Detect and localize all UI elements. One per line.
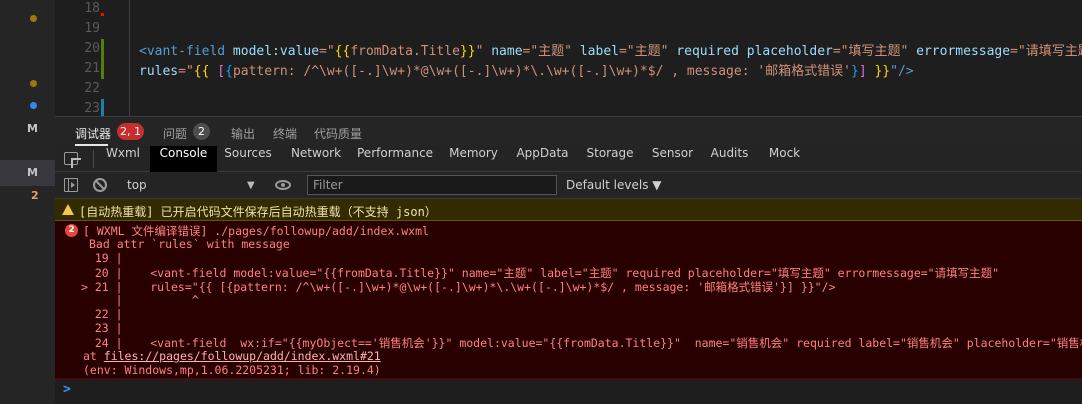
line-number: 18: [84, 1, 100, 16]
show-sidebar-icon[interactable]: [64, 178, 78, 192]
devtools-tab-network[interactable]: Network: [287, 146, 345, 172]
modified-dot-icon: [30, 15, 37, 22]
devtools-tab-console[interactable]: Console: [150, 146, 217, 172]
console-filter-input[interactable]: [307, 175, 557, 195]
modified-dot-icon: [30, 102, 37, 109]
line-number: 22: [84, 81, 100, 96]
line-number: 20: [84, 41, 100, 56]
error-message: Bad attr `rules` with message: [89, 237, 290, 251]
line-number: 23: [84, 101, 100, 116]
line-number: 19: [84, 21, 100, 36]
error-code-line: 19 |: [81, 251, 123, 265]
tab-terminal[interactable]: 终端: [273, 125, 297, 142]
error-caret-line: | ^: [81, 293, 199, 307]
context-dropdown-icon[interactable]: ▼: [247, 180, 255, 191]
context-selector[interactable]: top: [127, 178, 147, 192]
modified-marker: M: [27, 122, 38, 135]
activity-gutter: M M 2: [0, 0, 55, 404]
code-line-20: <vant-field model:value="{{fromData.Titl…: [139, 44, 1082, 59]
log-levels-dropdown[interactable]: Default levels ▼: [566, 178, 662, 192]
error-env: (env: Windows,mp,1.06.2205231; lib: 2.19…: [83, 363, 381, 377]
code-line-21: rules="{{ [{pattern: /^\w+([-.]\w+)*@\w+…: [139, 64, 914, 79]
code-editor[interactable]: 18 19 20 21 22 23 <vant-field model:valu…: [55, 0, 1082, 116]
warning-text: [自动热重载] 已开启代码文件保存后自动热重载（不支持 json）: [79, 205, 437, 219]
devtools-tab-audits[interactable]: Audits: [708, 146, 751, 172]
error-code-line: 22 |: [81, 307, 123, 321]
devtools-tab-performance[interactable]: Performance: [357, 146, 433, 172]
error-location: at files://pages/followup/add/index.wxml…: [83, 349, 381, 363]
git-change-marker: [101, 39, 104, 79]
error-count-marker[interactable]: 2: [31, 189, 39, 202]
error-source-link[interactable]: files://pages/followup/add/index.wxml#21: [104, 349, 381, 363]
modified-marker[interactable]: M: [27, 166, 38, 179]
devtools-tab-wxml[interactable]: Wxml: [98, 146, 148, 172]
devtools-tab-appdata[interactable]: AppData: [514, 146, 571, 172]
divider: [93, 150, 94, 168]
tab-code-quality[interactable]: 代码质量: [314, 125, 362, 142]
panel-tab-bar: 调试器 2, 1 问题 2 输出 终端 代码质量: [55, 116, 1082, 146]
tab-debugger[interactable]: 调试器: [75, 125, 111, 142]
breakpoint-marker-icon: [101, 13, 104, 16]
live-expression-eye-icon[interactable]: [275, 180, 291, 190]
debugger-badge: 2, 1: [117, 123, 144, 140]
console-toolbar: top ▼ Default levels ▼: [55, 172, 1082, 199]
devtools-tab-bar: Wxml Console Sources Network Performance…: [55, 146, 1082, 172]
devtools-tab-mock[interactable]: Mock: [763, 146, 806, 172]
devtools-tab-sensor[interactable]: Sensor: [649, 146, 696, 172]
error-code-line: 23 |: [81, 321, 123, 335]
modified-dot-icon: [30, 80, 37, 87]
indent-guide: [129, 0, 130, 116]
error-count-badge: 2: [65, 224, 78, 237]
tab-problems[interactable]: 问题: [163, 125, 187, 142]
warning-icon: [62, 204, 74, 215]
console-error-message: 2 [ WXML 文件编译错误] ./pages/followup/add/in…: [55, 221, 1082, 379]
tab-output[interactable]: 输出: [231, 125, 255, 142]
devtools-tab-memory[interactable]: Memory: [447, 146, 500, 172]
problems-badge: 2: [193, 123, 210, 140]
git-change-marker: [101, 99, 104, 116]
console-input[interactable]: >: [55, 379, 1082, 404]
line-number: 21: [84, 61, 100, 76]
devtools-tab-storage[interactable]: Storage: [584, 146, 636, 172]
clear-console-icon[interactable]: [93, 178, 107, 192]
prompt-chevron-icon: >: [63, 382, 71, 397]
inspect-element-icon[interactable]: [64, 152, 78, 165]
devtools-tab-sources[interactable]: Sources: [219, 146, 277, 172]
console-warning-message: [自动热重载] 已开启代码文件保存后自动热重载（不支持 json）: [55, 199, 1082, 221]
